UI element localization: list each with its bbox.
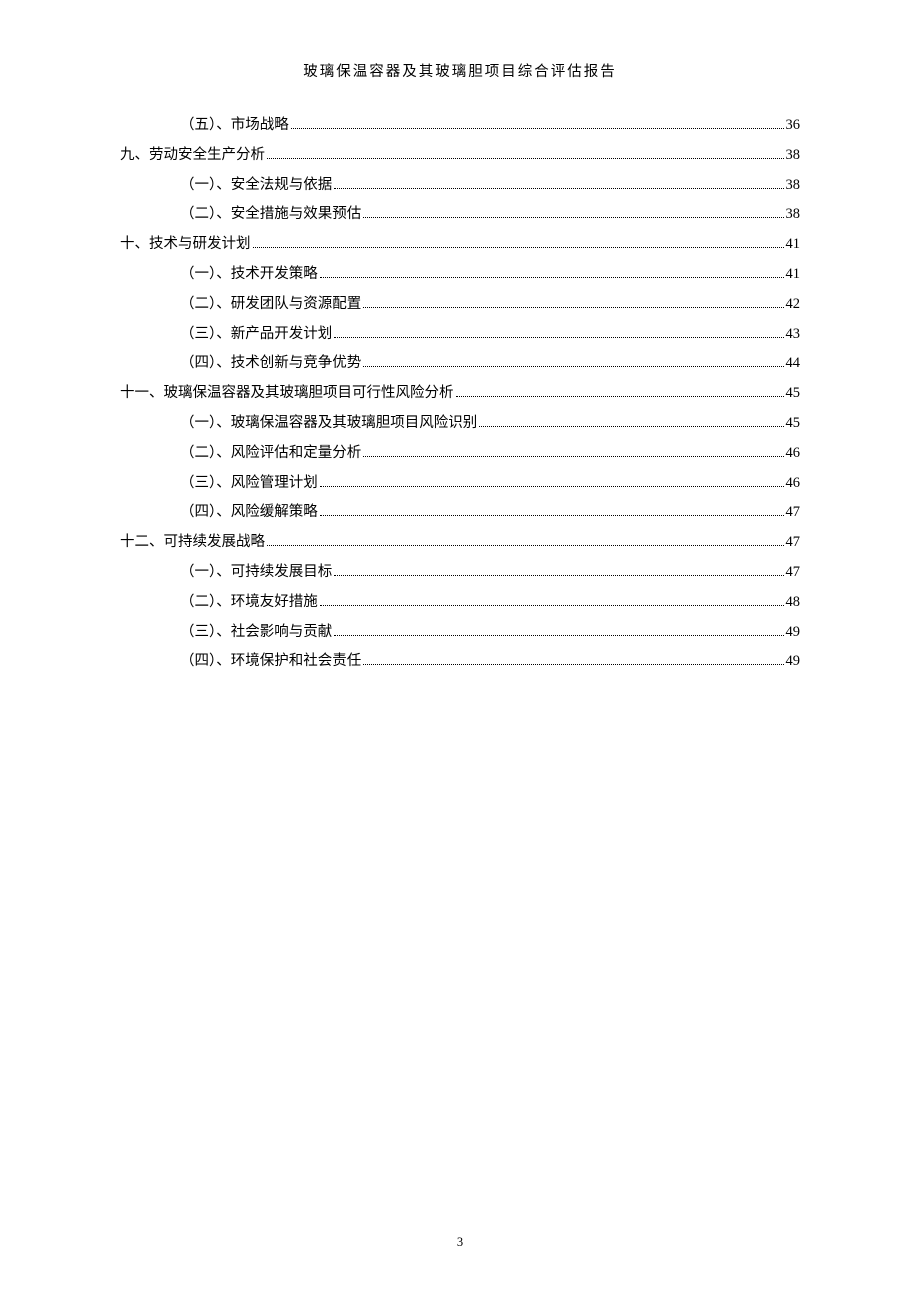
toc-entry-label: （三）、风险管理计划: [180, 473, 318, 493]
toc-leader-dots: [363, 307, 783, 308]
toc-entry-label: （二）、研发团队与资源配置: [180, 294, 361, 314]
toc-entry-label: （一）、可持续发展目标: [180, 562, 332, 582]
toc-leader-dots: [363, 456, 783, 457]
toc-entry-page: 43: [786, 324, 801, 344]
toc-entry-page: 49: [786, 651, 801, 671]
toc-entry-page: 47: [786, 562, 801, 582]
toc-leader-dots: [334, 575, 783, 576]
toc-entry[interactable]: （一）、可持续发展目标 47: [120, 562, 800, 582]
toc-entry[interactable]: （四）、风险缓解策略 47: [120, 502, 800, 522]
toc-leader-dots: [334, 635, 783, 636]
toc-entry-label: 九、劳动安全生产分析: [120, 145, 265, 165]
page-header-title: 玻璃保温容器及其玻璃胆项目综合评估报告: [120, 60, 800, 81]
toc-leader-dots: [334, 188, 783, 189]
toc-entry-page: 44: [786, 353, 801, 373]
toc-entry[interactable]: 十、技术与研发计划 41: [120, 234, 800, 254]
toc-entry-page: 48: [786, 592, 801, 612]
toc-leader-dots: [363, 664, 783, 665]
toc-entry[interactable]: （三）、新产品开发计划 43: [120, 324, 800, 344]
toc-leader-dots: [320, 605, 784, 606]
toc-leader-dots: [291, 128, 784, 129]
toc-entry[interactable]: （二）、研发团队与资源配置 42: [120, 294, 800, 314]
toc-entry-label: （五）、市场战略: [180, 115, 289, 135]
page-number: 3: [0, 1235, 920, 1250]
toc-leader-dots: [363, 366, 783, 367]
toc-entry-page: 42: [786, 294, 801, 314]
toc-entry-label: （三）、新产品开发计划: [180, 324, 332, 344]
toc-entry-label: （二）、风险评估和定量分析: [180, 443, 361, 463]
toc-entry-page: 38: [786, 175, 801, 195]
toc-entry-page: 41: [786, 234, 801, 254]
toc-leader-dots: [334, 337, 783, 338]
toc-entry[interactable]: （五）、市场战略 36: [120, 115, 800, 135]
toc-entry[interactable]: （三）、社会影响与贡献 49: [120, 622, 800, 642]
toc-entry-page: 36: [786, 115, 801, 135]
toc-entry-page: 46: [786, 443, 801, 463]
toc-entry-page: 41: [786, 264, 801, 284]
toc-leader-dots: [456, 396, 784, 397]
toc-entry[interactable]: （四）、技术创新与竞争优势 44: [120, 353, 800, 373]
toc-entry-page: 46: [786, 473, 801, 493]
toc-entry-label: （四）、环境保护和社会责任: [180, 651, 361, 671]
toc-leader-dots: [479, 426, 783, 427]
toc-entry-page: 45: [786, 413, 801, 433]
toc-entry[interactable]: 十一、玻璃保温容器及其玻璃胆项目可行性风险分析 45: [120, 383, 800, 403]
toc-entry-label: （一）、玻璃保温容器及其玻璃胆项目风险识别: [180, 413, 477, 433]
toc-leader-dots: [320, 486, 784, 487]
toc-entry[interactable]: （一）、安全法规与依据 38: [120, 175, 800, 195]
toc-entry-page: 47: [786, 532, 801, 552]
toc-entry-label: （四）、风险缓解策略: [180, 502, 318, 522]
toc-entry-label: （四）、技术创新与竞争优势: [180, 353, 361, 373]
toc-entry-label: （一）、安全法规与依据: [180, 175, 332, 195]
toc-leader-dots: [363, 217, 783, 218]
toc-leader-dots: [267, 158, 784, 159]
toc-entry-page: 49: [786, 622, 801, 642]
toc-entry[interactable]: （三）、风险管理计划 46: [120, 473, 800, 493]
toc-entry-label: 十一、玻璃保温容器及其玻璃胆项目可行性风险分析: [120, 383, 454, 403]
toc-leader-dots: [267, 545, 784, 546]
toc-entry-label: （三）、社会影响与贡献: [180, 622, 332, 642]
toc-entry-page: 47: [786, 502, 801, 522]
toc-entry-label: （二）、环境友好措施: [180, 592, 318, 612]
toc-entry-label: （二）、安全措施与效果预估: [180, 204, 361, 224]
toc-entry-label: （一）、技术开发策略: [180, 264, 318, 284]
page-container: 玻璃保温容器及其玻璃胆项目综合评估报告 （五）、市场战略 36 九、劳动安全生产分析…: [0, 0, 920, 672]
toc-entry-page: 38: [786, 204, 801, 224]
toc-entry-page: 38: [786, 145, 801, 165]
toc-entry-label: 十、技术与研发计划: [120, 234, 251, 254]
toc-leader-dots: [320, 277, 784, 278]
toc-entry[interactable]: （一）、技术开发策略 41: [120, 264, 800, 284]
toc-entry[interactable]: （四）、环境保护和社会责任 49: [120, 651, 800, 671]
table-of-contents: （五）、市场战略36九、劳动安全生产分析38（一）、安全法规与依据38（二）、安…: [120, 115, 800, 672]
toc-entry[interactable]: （二）、环境友好措施 48: [120, 592, 800, 612]
toc-entry-page: 45: [786, 383, 801, 403]
toc-entry[interactable]: 十二、可持续发展战略 47: [120, 532, 800, 552]
toc-entry[interactable]: 九、劳动安全生产分析 38: [120, 145, 800, 165]
toc-entry[interactable]: （二）、安全措施与效果预估 38: [120, 204, 800, 224]
toc-entry[interactable]: （一）、玻璃保温容器及其玻璃胆项目风险识别 45: [120, 413, 800, 433]
toc-leader-dots: [320, 515, 784, 516]
toc-leader-dots: [253, 247, 784, 248]
toc-entry-label: 十二、可持续发展战略: [120, 532, 265, 552]
toc-entry[interactable]: （二）、风险评估和定量分析 46: [120, 443, 800, 463]
